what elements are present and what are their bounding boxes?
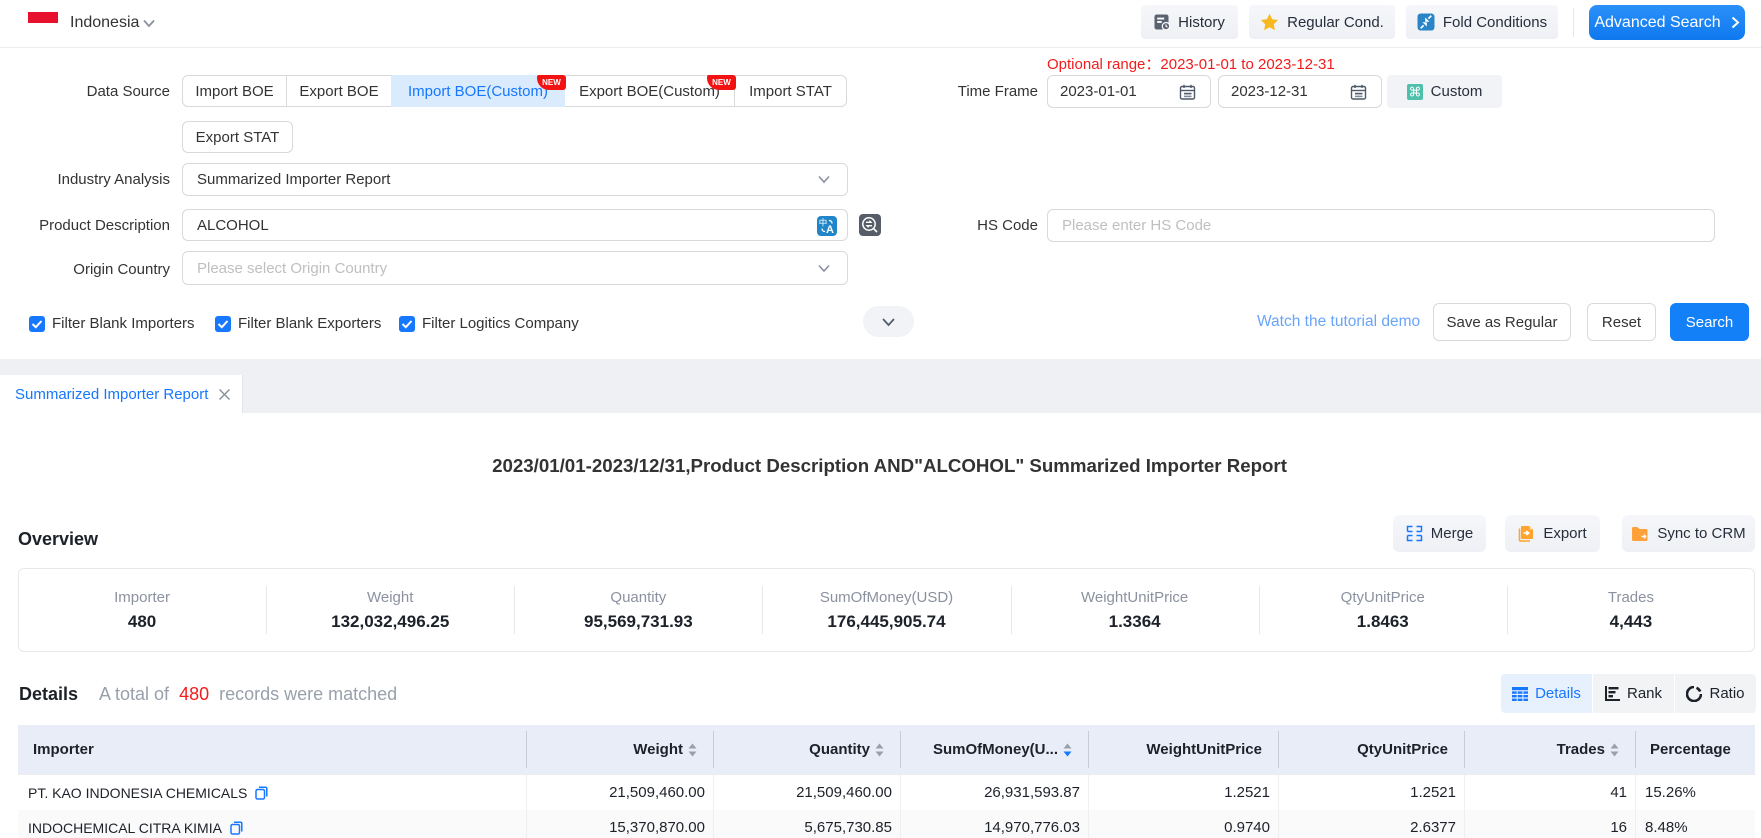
svg-text:A: A [826,224,834,236]
svg-text:⌘: ⌘ [1408,84,1421,99]
